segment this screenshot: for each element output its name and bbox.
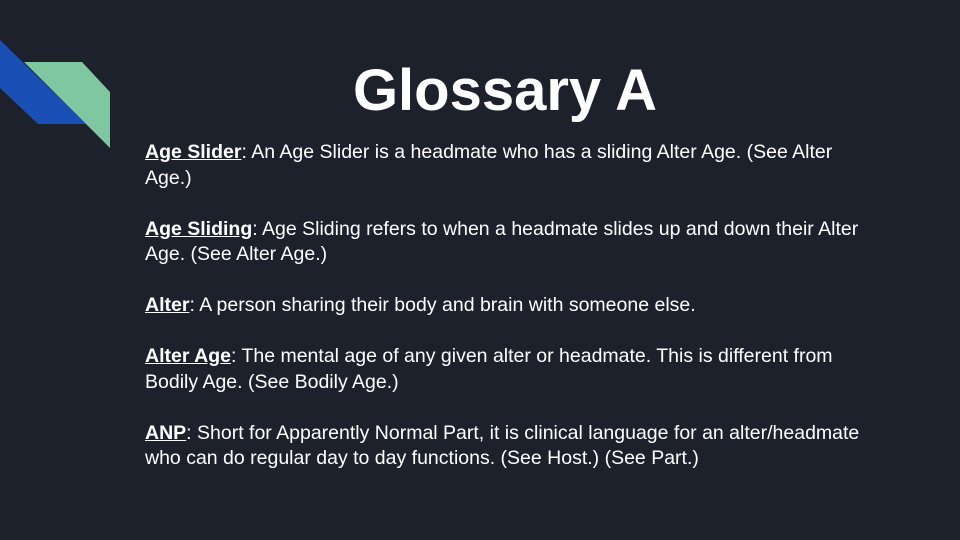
glossary-list: Age Slider: An Age Slider is a headmate … [145, 140, 875, 497]
glossary-entry: Alter Age: The mental age of any given a… [145, 344, 875, 395]
glossary-definition: : A person sharing their body and brain … [189, 294, 696, 316]
slide-title: Glossary A [352, 58, 658, 123]
corner-accent-decoration [0, 40, 110, 148]
glossary-term: Alter [145, 294, 190, 316]
glossary-term: Age Sliding [145, 217, 253, 240]
glossary-definition: : The mental age of any given alter or h… [145, 345, 833, 393]
glossary-term: ANP [145, 421, 187, 444]
glossary-term: Age Slider [145, 141, 242, 163]
glossary-definition: : Short for Apparently Normal Part, it i… [145, 421, 860, 470]
slide: Glossary A Age Slider: An Age Slider is … [0, 0, 960, 540]
glossary-term: Alter Age [145, 345, 231, 367]
glossary-entry: Alter: A person sharing their body and b… [145, 293, 875, 319]
glossary-entry: Age Sliding: Age Sliding refers to when … [145, 217, 875, 268]
glossary-entry: Age Slider: An Age Slider is a headmate … [145, 140, 875, 191]
glossary-entry: ANP: Short for Apparently Normal Part, i… [145, 421, 875, 472]
glossary-definition: : An Age Slider is a headmate who has a … [145, 141, 833, 189]
glossary-definition: : Age Sliding refers to when a headmate … [145, 217, 859, 266]
